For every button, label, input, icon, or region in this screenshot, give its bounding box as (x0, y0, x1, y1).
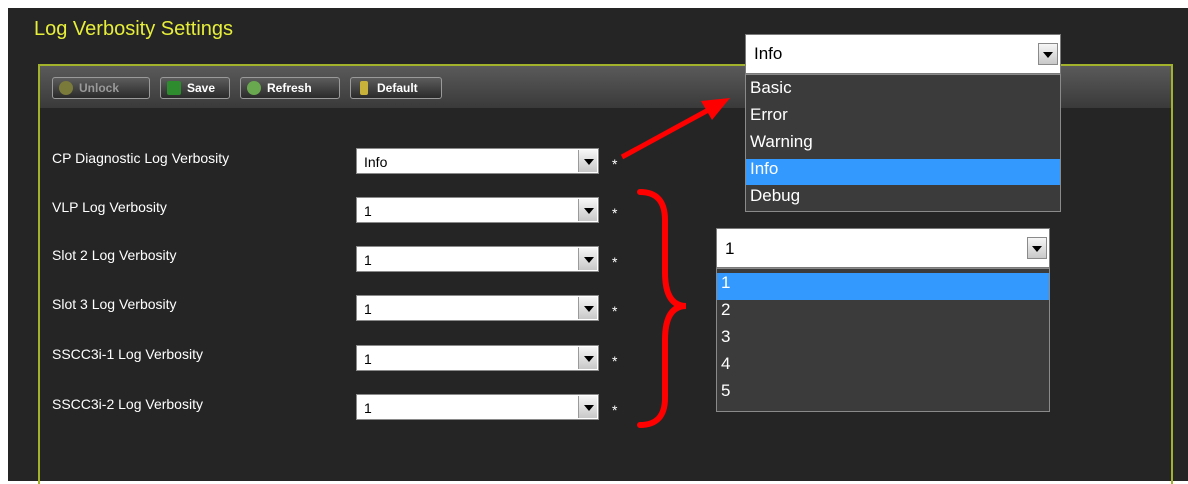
annotation-arrow-line (620, 105, 714, 160)
annotation-brace (637, 189, 687, 428)
annotation-overlay (620, 98, 730, 428)
